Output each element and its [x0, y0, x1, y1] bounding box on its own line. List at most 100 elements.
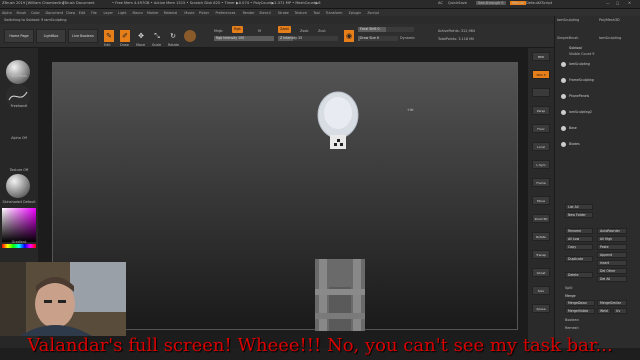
boolean-section[interactable]: Boolean: [565, 318, 579, 322]
remesh-section[interactable]: Remesh: [565, 326, 579, 330]
brush-thumbnail-shelfpain[interactable]: [6, 60, 30, 84]
default-script-button[interactable]: DefaultZScript: [526, 1, 552, 5]
copy-button[interactable]: Copy: [565, 244, 593, 250]
tool-button-solo[interactable]: Solo: [532, 286, 550, 295]
menu-movie[interactable]: Movie: [184, 11, 194, 15]
menu-edit[interactable]: Edit: [79, 11, 86, 15]
visibility-eye-icon[interactable]: [561, 142, 566, 147]
minimize-icon[interactable]: —: [606, 1, 610, 5]
menu-marker[interactable]: Marker: [147, 11, 159, 15]
menu-draw[interactable]: Draw: [66, 11, 75, 15]
draw-icon[interactable]: ✐: [120, 30, 130, 42]
visibility-eye-icon[interactable]: [561, 62, 566, 67]
menu-preferences[interactable]: Preferences: [216, 11, 236, 15]
brush-tray-label-3[interactable]: SimpleBrush: [557, 36, 578, 40]
paste-button[interactable]: Paste: [597, 244, 627, 250]
zadd-button[interactable]: Zadd: [278, 26, 291, 33]
merge-similar-button[interactable]: MergeSimilar: [597, 300, 627, 306]
tool-button-ghost[interactable]: Ghost: [532, 268, 550, 277]
merge-section[interactable]: Merge: [565, 294, 576, 298]
menu-stencil[interactable]: Stencil: [259, 11, 270, 15]
menu-macro[interactable]: Macro: [133, 11, 143, 15]
tool-button-bpr[interactable]: BPR: [532, 52, 550, 61]
zcut-button[interactable]: Zcut: [318, 29, 326, 33]
list-all-button[interactable]: List All: [565, 204, 593, 210]
subtool-item[interactable]: iamSculpting2: [561, 110, 633, 116]
dynamic-button[interactable]: Dynamic: [400, 36, 415, 40]
subtool-item[interactable]: Blades: [561, 142, 633, 148]
tool-button-floor[interactable]: Floor: [532, 124, 550, 133]
alpha-off-button[interactable]: Alpha Off: [2, 136, 36, 140]
visibility-eye-icon[interactable]: [561, 78, 566, 83]
menu-brush[interactable]: Brush: [17, 11, 27, 15]
menu-material[interactable]: Material: [164, 11, 178, 15]
del-all-button[interactable]: Del All: [597, 276, 627, 282]
delete-button[interactable]: Delete: [565, 272, 593, 278]
ac-indicator[interactable]: AC: [438, 1, 443, 5]
brush-tray-label-1[interactable]: IamSculpting: [557, 18, 579, 22]
m-button[interactable]: M: [258, 29, 261, 33]
tool-button-blank[interactable]: [532, 88, 550, 97]
focal-shift-slider[interactable]: Focal Shift 0: [358, 27, 414, 32]
material-swatch-icon[interactable]: [184, 30, 196, 42]
see-through-slider[interactable]: See-through 0: [476, 1, 506, 5]
lightbox-button[interactable]: LightBox: [36, 29, 66, 43]
tool-button-xpose[interactable]: Xpose: [532, 304, 550, 313]
rgb-button[interactable]: Rgb: [232, 26, 243, 33]
brush-tray-label-4[interactable]: IamSculpting: [599, 36, 621, 40]
tool-button-l-sym[interactable]: L.Sym: [532, 160, 550, 169]
brush-settings-icon[interactable]: ◉: [344, 30, 354, 42]
quicksave-button[interactable]: QuickSave: [448, 1, 467, 5]
subtool-item[interactable]: Base: [561, 126, 633, 132]
all-high-button[interactable]: All High: [597, 236, 627, 242]
visibility-eye-icon[interactable]: [561, 94, 566, 99]
live-boolean-button[interactable]: Live Boolean: [68, 29, 98, 43]
menus-button[interactable]: Menus: [510, 1, 526, 5]
scale-icon[interactable]: ⤡: [152, 30, 162, 42]
zsub-button[interactable]: Zsub: [300, 29, 308, 33]
tool-button-rotate[interactable]: Rotate: [532, 232, 550, 241]
subtool-item[interactable]: PhonePanels: [561, 94, 633, 100]
edit-icon[interactable]: ✎: [104, 30, 114, 42]
menu-zplugin[interactable]: Zplugin: [349, 11, 362, 15]
menu-light[interactable]: Light: [118, 11, 126, 15]
menu-render[interactable]: Render: [243, 11, 255, 15]
menu-tool[interactable]: Tool: [313, 11, 320, 15]
merge-visible-button[interactable]: MergeVisible: [565, 308, 595, 314]
draw-size-slider[interactable]: Draw Size 6: [358, 36, 398, 41]
z-intensity-slider[interactable]: Z Intensity 25: [278, 36, 338, 41]
auto-reorder-button[interactable]: AutoReorder: [597, 228, 627, 234]
tool-button-spix-3[interactable]: SPix 3: [532, 70, 550, 79]
visible-count[interactable]: Visible Count 9: [569, 52, 594, 56]
menu-zscript[interactable]: Zscript: [367, 11, 379, 15]
menu-file[interactable]: File: [91, 11, 97, 15]
tool-button-move[interactable]: Move: [532, 196, 550, 205]
tool-button-transp[interactable]: Transp: [532, 250, 550, 259]
tool-button-local[interactable]: Local: [532, 142, 550, 151]
tool-button-persp[interactable]: Persp: [532, 106, 550, 115]
menu-stroke[interactable]: Stroke: [278, 11, 289, 15]
visibility-eye-icon[interactable]: [561, 110, 566, 115]
menu-picker[interactable]: Picker: [199, 11, 209, 15]
texture-off-button[interactable]: Texture Off: [2, 168, 36, 172]
uv-button[interactable]: Uv: [613, 308, 627, 314]
menu-layer[interactable]: Layer: [104, 11, 113, 15]
subtool-item[interactable]: FrameSculpting: [561, 78, 633, 84]
subtool-header[interactable]: Subtool: [569, 46, 582, 50]
maximize-icon[interactable]: □: [616, 1, 619, 5]
split-section[interactable]: Split: [565, 286, 573, 290]
insert-button[interactable]: Insert: [597, 260, 627, 266]
rotate-icon[interactable]: ↻: [168, 30, 178, 42]
brush-tray-label-2[interactable]: PolyMesh3D: [599, 18, 620, 22]
rename-button[interactable]: Rename: [565, 228, 593, 234]
all-low-button[interactable]: All Low: [565, 236, 593, 242]
menu-document[interactable]: Document: [46, 11, 64, 15]
color-picker[interactable]: [2, 208, 36, 242]
rgb-intensity-slider[interactable]: Rgb Intensity 100: [214, 36, 274, 41]
hue-slider[interactable]: [2, 244, 36, 248]
menu-transform[interactable]: Transform: [326, 11, 343, 15]
menu-texture[interactable]: Texture: [295, 11, 307, 15]
del-other-button[interactable]: Del Other: [597, 268, 627, 274]
material-thumbnail[interactable]: [6, 174, 30, 198]
close-icon[interactable]: ✕: [628, 1, 631, 5]
